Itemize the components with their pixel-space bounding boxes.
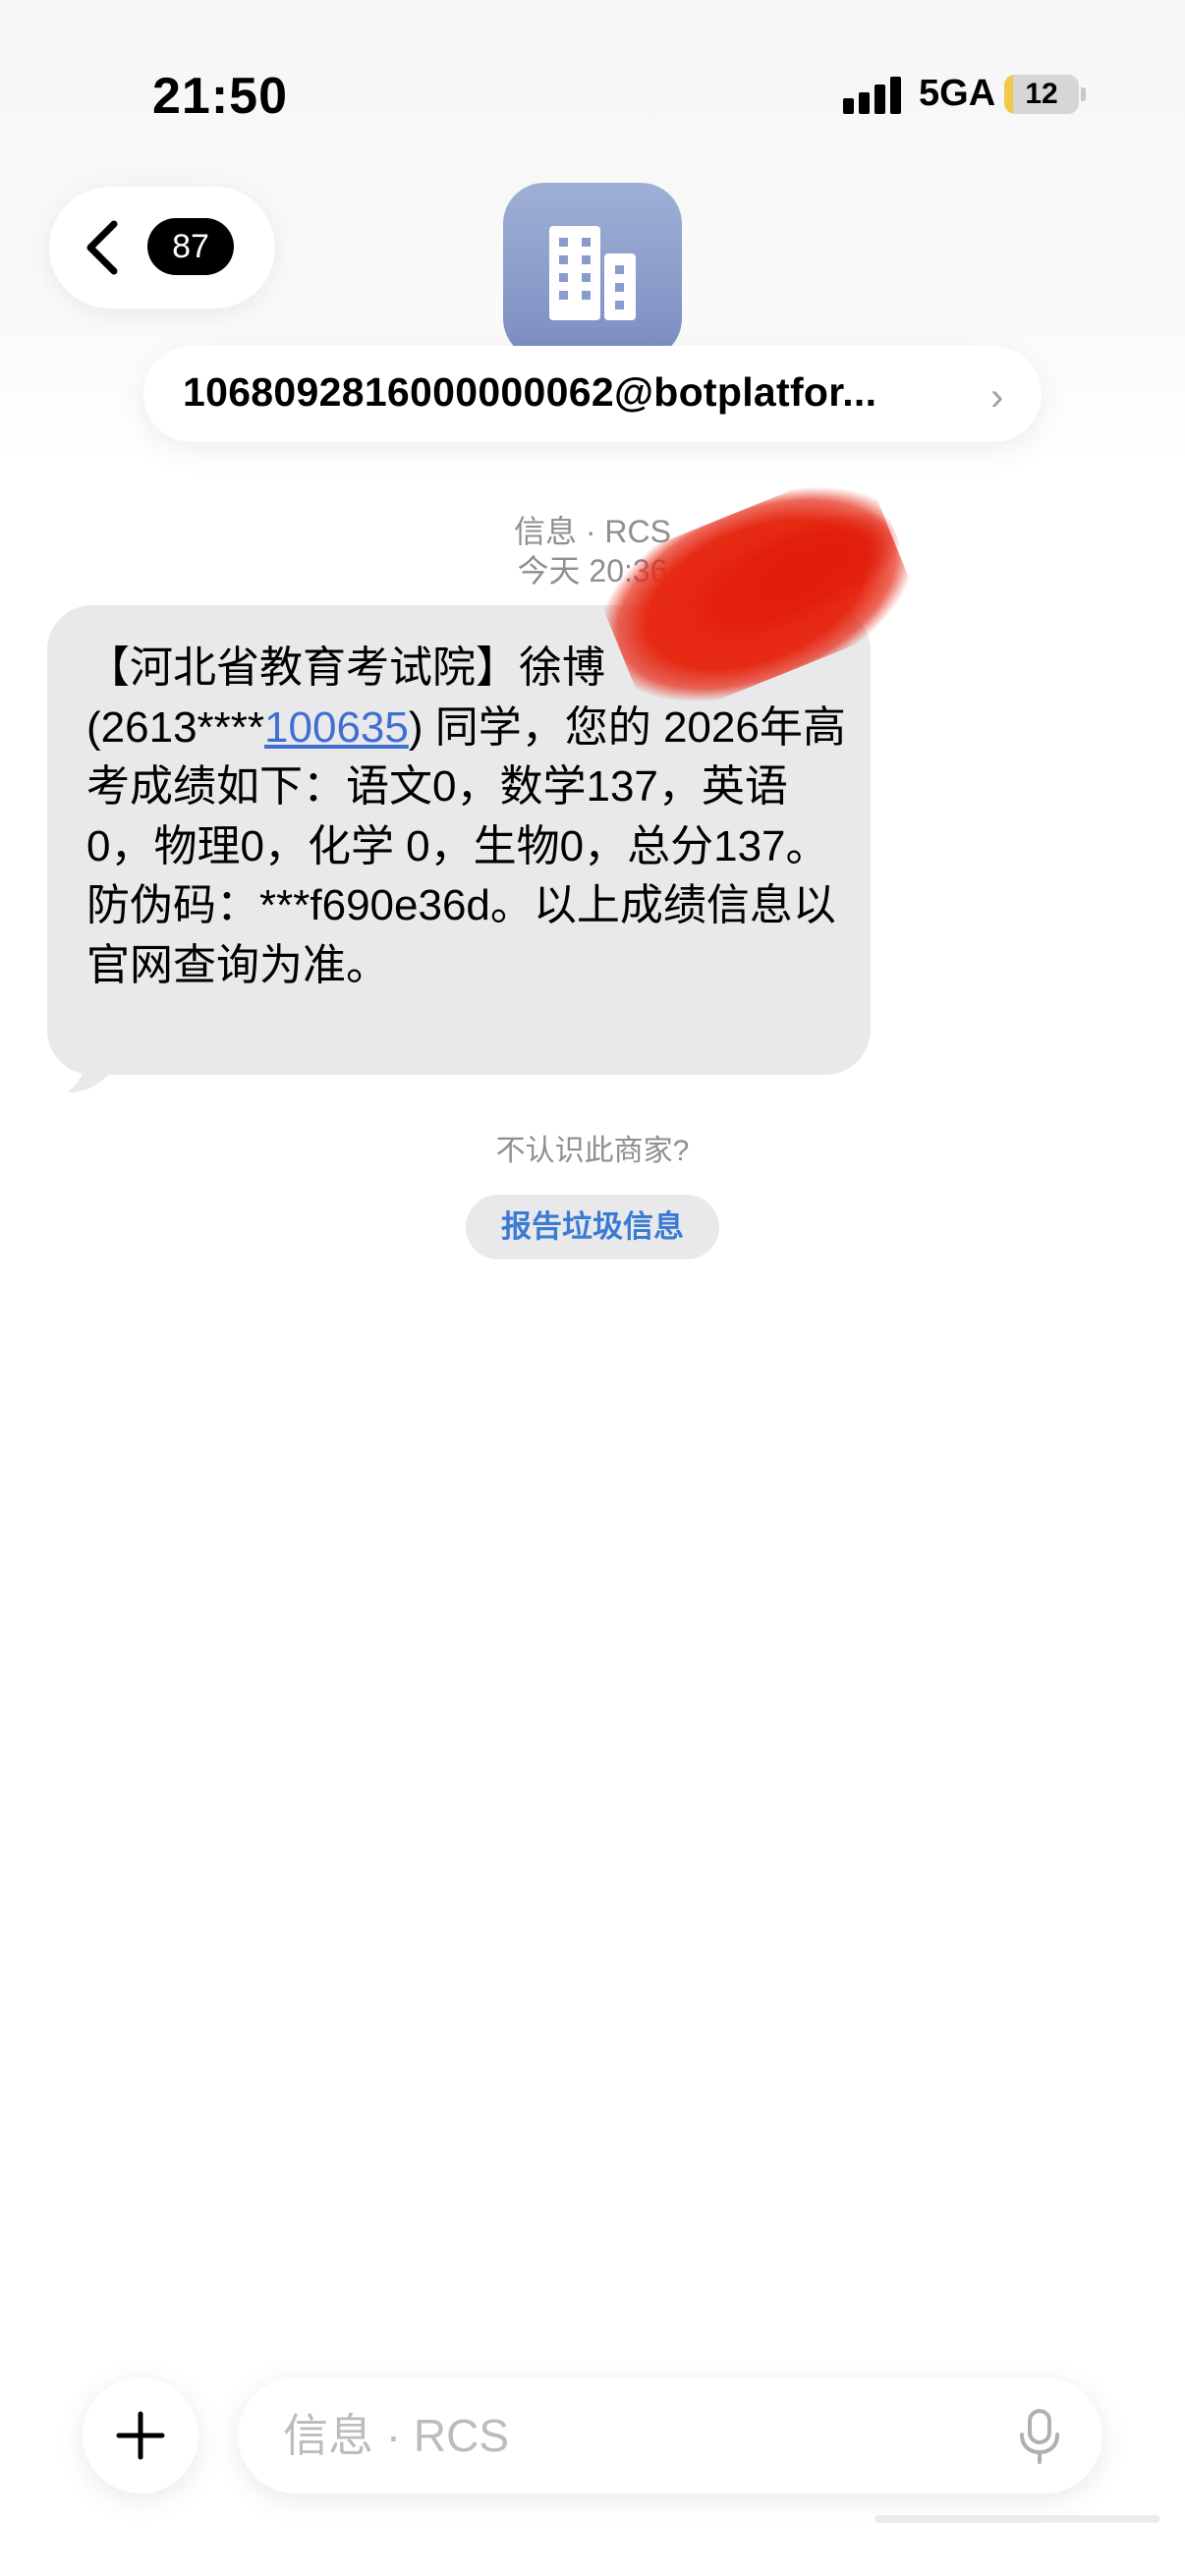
- sender-name-pill[interactable]: 1068092816000000062@botplatfor... ›: [143, 346, 1042, 442]
- battery-tip: [1081, 87, 1086, 101]
- battery-icon: 12: [1004, 75, 1079, 114]
- status-time: 21:50: [152, 68, 288, 125]
- unread-count-badge: 87: [147, 218, 234, 275]
- unknown-sender-prompt: 不认识此商家?: [495, 1135, 690, 1167]
- message-timestamp: 今天 20:36: [517, 553, 668, 588]
- sender-address: 1068092816000000062@botplatfor...: [183, 369, 877, 415]
- report-junk-button[interactable]: 报告垃圾信息: [466, 1195, 719, 1260]
- battery-percentage: 12: [1025, 78, 1058, 110]
- cellular-signal-icon: [843, 75, 902, 114]
- message-text-part: 【河北省教育考试院】徐博: [86, 644, 605, 692]
- phone-number-link[interactable]: 100635: [264, 703, 409, 752]
- plus-icon: [116, 2411, 165, 2460]
- contact-avatar[interactable]: [503, 183, 682, 360]
- chevron-right-icon: ›: [990, 375, 1004, 419]
- message-text: 【河北省教育考试院】徐博 (2613****100635) 同学，您的 2026年…: [86, 639, 853, 995]
- back-button[interactable]: 87: [49, 187, 275, 308]
- building-icon: [549, 226, 636, 320]
- add-attachment-button[interactable]: [83, 2378, 198, 2493]
- chevron-left-icon: [86, 220, 118, 275]
- microphone-icon[interactable]: [1018, 2409, 1061, 2464]
- home-indicator: [875, 2515, 1159, 2523]
- message-text-part: (2613****: [86, 702, 265, 752]
- message-input[interactable]: [238, 2378, 1102, 2493]
- network-type: 5GA: [919, 73, 996, 114]
